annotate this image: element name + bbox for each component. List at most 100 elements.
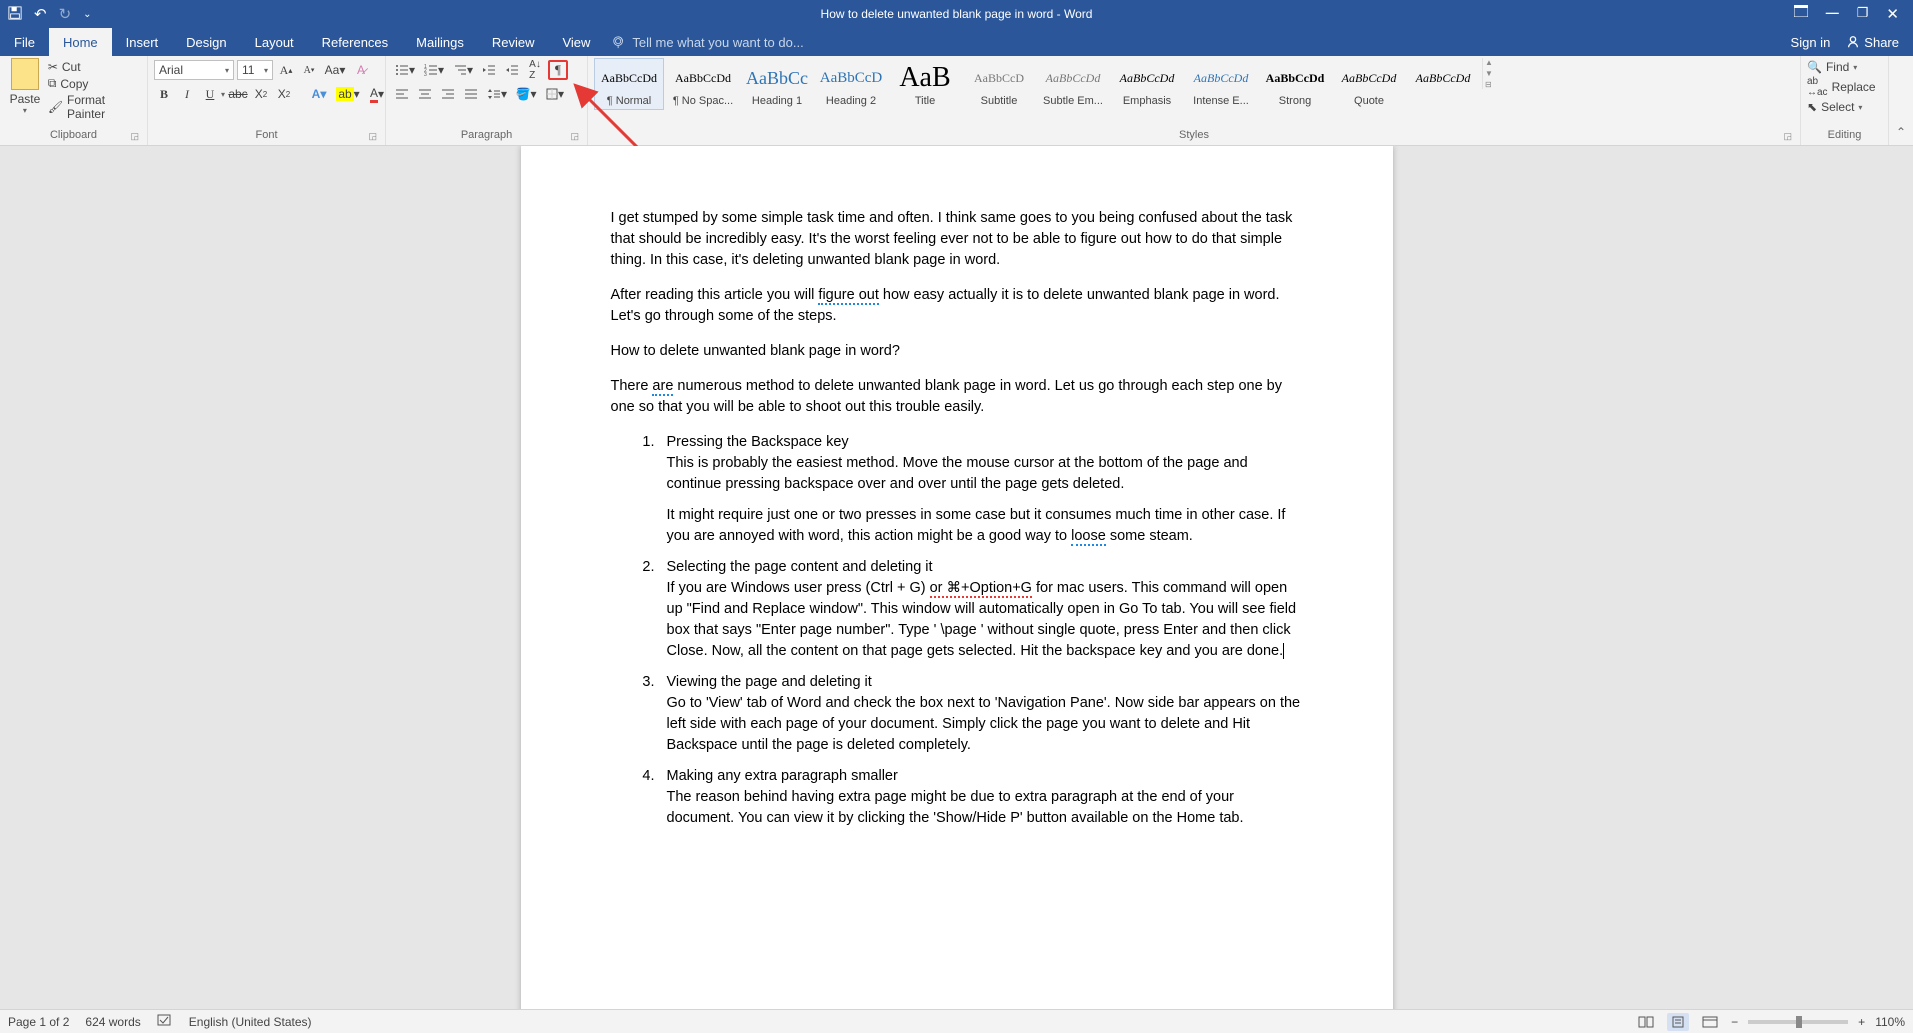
sort-button[interactable]: A↓Z bbox=[525, 60, 545, 80]
collapse-ribbon-button[interactable]: ⌃ bbox=[1889, 56, 1913, 145]
close-icon[interactable]: ✕ bbox=[1886, 5, 1899, 23]
minimize-icon[interactable]: — bbox=[1826, 5, 1839, 23]
format-painter-button[interactable]: 🖌Format Painter bbox=[48, 93, 141, 121]
decrease-indent-button[interactable] bbox=[479, 60, 499, 80]
style-heading-1[interactable]: AaBbCcHeading 1 bbox=[742, 58, 812, 110]
style-subtle-em-[interactable]: AaBbCcDdSubtle Em... bbox=[1038, 58, 1108, 110]
justify-button[interactable] bbox=[461, 84, 481, 104]
undo-icon[interactable]: ↶ bbox=[34, 5, 47, 23]
read-mode-button[interactable] bbox=[1635, 1013, 1657, 1031]
style-strong[interactable]: AaBbCcDdStrong bbox=[1260, 58, 1330, 110]
change-case-button[interactable]: Aa▾ bbox=[322, 60, 348, 80]
share-button[interactable]: Share bbox=[1846, 35, 1899, 50]
qat-customize-icon[interactable]: ⌄ bbox=[83, 9, 91, 20]
highlight-button[interactable]: ab▾ bbox=[335, 84, 361, 104]
brush-icon: 🖌 bbox=[48, 100, 63, 114]
bullets-button[interactable]: ▾ bbox=[392, 60, 418, 80]
doc-paragraph: I get stumped by some simple task time a… bbox=[611, 208, 1303, 271]
show-hide-pilcrow-button[interactable]: ¶ bbox=[548, 60, 568, 80]
zoom-out-button[interactable]: − bbox=[1731, 1015, 1738, 1029]
style-quote[interactable]: AaBbCcDdQuote bbox=[1334, 58, 1404, 110]
tab-mailings[interactable]: Mailings bbox=[402, 28, 478, 56]
document-area[interactable]: I get stumped by some simple task time a… bbox=[0, 146, 1913, 1009]
cut-button[interactable]: ✂Cut bbox=[48, 60, 141, 74]
tab-insert[interactable]: Insert bbox=[112, 28, 173, 56]
tab-references[interactable]: References bbox=[308, 28, 402, 56]
sign-in-link[interactable]: Sign in bbox=[1791, 35, 1831, 50]
svg-text:3: 3 bbox=[424, 72, 427, 76]
language-status[interactable]: English (United States) bbox=[189, 1015, 312, 1029]
numbering-button[interactable]: 123▾ bbox=[421, 60, 447, 80]
document-page[interactable]: I get stumped by some simple task time a… bbox=[521, 146, 1393, 1009]
style-intense-e-[interactable]: AaBbCcDdIntense E... bbox=[1186, 58, 1256, 110]
clear-formatting-button[interactable]: A̷ bbox=[351, 60, 371, 80]
group-font: Arial▾ 11▾ A▴ A▾ Aa▾ A̷ B I U▾ abc X2 X2… bbox=[148, 56, 386, 145]
shading-button[interactable]: 🪣▾ bbox=[513, 84, 539, 104]
style-item[interactable]: AaBbCcDd bbox=[1408, 58, 1478, 98]
spellcheck-icon[interactable] bbox=[157, 1013, 173, 1030]
select-button[interactable]: ⬉Select ▾ bbox=[1807, 100, 1876, 114]
align-left-button[interactable] bbox=[392, 84, 412, 104]
ribbon-tabs: File Home Insert Design Layout Reference… bbox=[0, 28, 1913, 56]
clipboard-launcher-icon[interactable]: ◲ bbox=[130, 131, 139, 142]
style--normal[interactable]: AaBbCcDd¶ Normal bbox=[594, 58, 664, 110]
strikethrough-button[interactable]: abc bbox=[228, 84, 248, 104]
borders-button[interactable]: ▾ bbox=[542, 84, 568, 104]
svg-text:2: 2 bbox=[424, 68, 427, 74]
styles-scroll: ▲ ▼ ⊟ bbox=[1482, 58, 1495, 89]
line-spacing-button[interactable]: ▾ bbox=[484, 84, 510, 104]
subscript-button[interactable]: X2 bbox=[251, 84, 271, 104]
doc-paragraph: How to delete unwanted blank page in wor… bbox=[611, 341, 1303, 362]
tab-layout[interactable]: Layout bbox=[241, 28, 308, 56]
zoom-level[interactable]: 110% bbox=[1875, 1015, 1905, 1029]
bold-button[interactable]: B bbox=[154, 84, 174, 104]
zoom-slider[interactable] bbox=[1748, 1020, 1848, 1024]
style-title[interactable]: AaBTitle bbox=[890, 58, 960, 110]
find-button[interactable]: 🔍Find ▾ bbox=[1807, 60, 1876, 74]
underline-button[interactable]: U bbox=[200, 84, 220, 104]
styles-launcher-icon[interactable]: ◲ bbox=[1783, 131, 1792, 142]
grow-font-button[interactable]: A▴ bbox=[276, 60, 296, 80]
font-name-select[interactable]: Arial▾ bbox=[154, 60, 234, 80]
styles-down-icon[interactable]: ▼ bbox=[1485, 69, 1493, 78]
style-emphasis[interactable]: AaBbCcDdEmphasis bbox=[1112, 58, 1182, 110]
word-count[interactable]: 624 words bbox=[85, 1015, 140, 1029]
style-subtitle[interactable]: AaBbCcDSubtitle bbox=[964, 58, 1034, 110]
tab-design[interactable]: Design bbox=[172, 28, 240, 56]
font-size-select[interactable]: 11▾ bbox=[237, 60, 273, 80]
ribbon: Paste ▾ ✂Cut ⧉Copy 🖌Format Painter Clipb… bbox=[0, 56, 1913, 146]
web-layout-button[interactable] bbox=[1699, 1013, 1721, 1031]
print-layout-button[interactable] bbox=[1667, 1013, 1689, 1031]
title-bar: ↶ ↻ ⌄ How to delete unwanted blank page … bbox=[0, 0, 1913, 28]
save-icon[interactable] bbox=[8, 6, 22, 23]
styles-up-icon[interactable]: ▲ bbox=[1485, 58, 1493, 67]
list-item: Pressing the Backspace key This is proba… bbox=[659, 432, 1303, 547]
italic-button[interactable]: I bbox=[177, 84, 197, 104]
font-launcher-icon[interactable]: ◲ bbox=[368, 131, 377, 142]
zoom-in-button[interactable]: + bbox=[1858, 1015, 1865, 1029]
text-effects-button[interactable]: A▾ bbox=[306, 84, 332, 104]
copy-button[interactable]: ⧉Copy bbox=[48, 76, 141, 91]
increase-indent-button[interactable] bbox=[502, 60, 522, 80]
align-center-button[interactable] bbox=[415, 84, 435, 104]
paste-button[interactable]: Paste ▾ bbox=[6, 58, 44, 115]
align-right-button[interactable] bbox=[438, 84, 458, 104]
replace-button[interactable]: ab↔acReplace bbox=[1807, 76, 1876, 98]
tell-me-search[interactable]: Tell me what you want to do... bbox=[604, 28, 1790, 56]
tab-view[interactable]: View bbox=[548, 28, 604, 56]
ribbon-display-options-icon[interactable] bbox=[1794, 5, 1808, 23]
superscript-button[interactable]: X2 bbox=[274, 84, 294, 104]
list-item: Selecting the page content and deleting … bbox=[659, 557, 1303, 662]
redo-icon[interactable]: ↻ bbox=[59, 5, 72, 23]
multilevel-list-button[interactable]: ▾ bbox=[450, 60, 476, 80]
tab-review[interactable]: Review bbox=[478, 28, 549, 56]
shrink-font-button[interactable]: A▾ bbox=[299, 60, 319, 80]
styles-more-icon[interactable]: ⊟ bbox=[1485, 80, 1493, 89]
tab-home[interactable]: Home bbox=[49, 28, 112, 56]
style-heading-2[interactable]: AaBbCcDHeading 2 bbox=[816, 58, 886, 110]
maximize-icon[interactable]: ❐ bbox=[1857, 5, 1869, 23]
page-count[interactable]: Page 1 of 2 bbox=[8, 1015, 69, 1029]
style--no-spac-[interactable]: AaBbCcDd¶ No Spac... bbox=[668, 58, 738, 110]
paragraph-launcher-icon[interactable]: ◲ bbox=[570, 131, 579, 142]
tab-file[interactable]: File bbox=[0, 28, 49, 56]
